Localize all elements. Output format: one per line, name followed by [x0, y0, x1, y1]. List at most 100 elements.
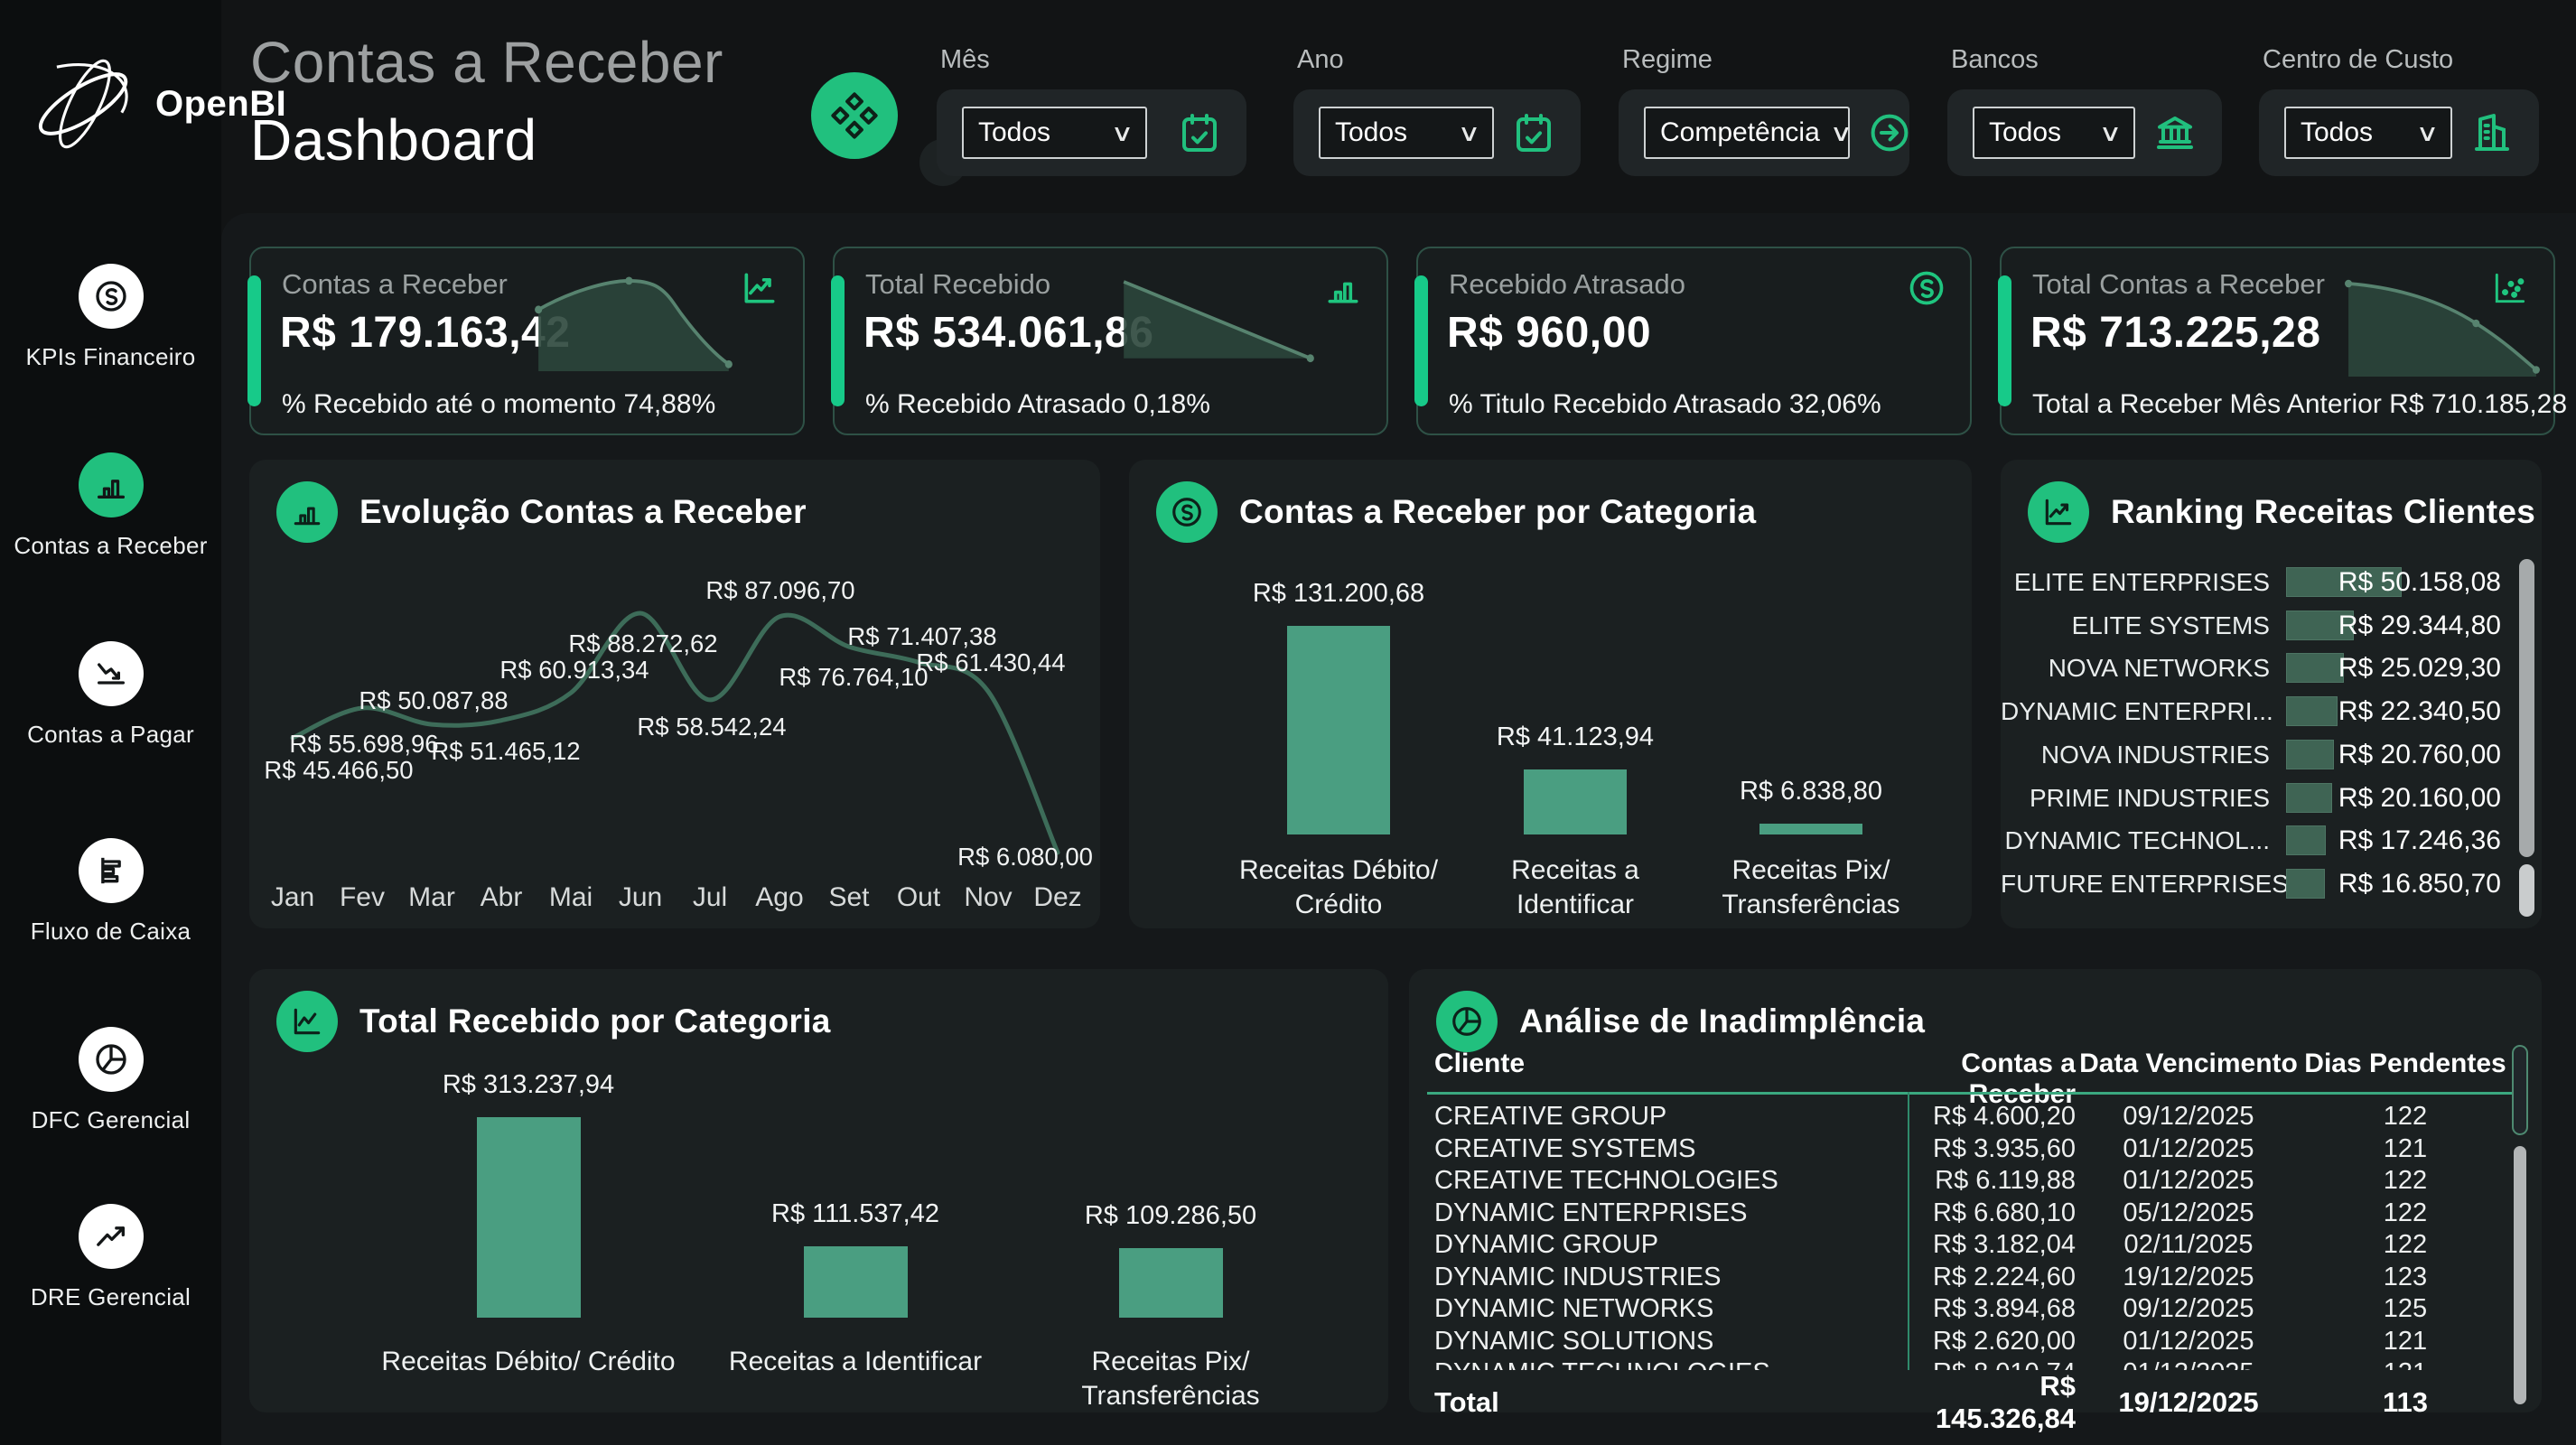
table-cell: 121 — [2301, 1134, 2509, 1164]
table-row[interactable]: DYNAMIC GROUPR$ 3.182,0402/11/2025122 — [1434, 1229, 2516, 1262]
filter-select-bancos[interactable]: Todos∨ — [1973, 107, 2135, 159]
bar-receitas-a-identificar[interactable] — [1524, 769, 1627, 834]
filter-select-mes[interactable]: Todos∨ — [962, 107, 1147, 159]
bar-receitas-a-identificar[interactable] — [804, 1246, 908, 1318]
kpi-accent-bar — [831, 275, 845, 406]
kpi-card-contas-a-receber[interactable]: Contas a ReceberR$ 179.163,42% Recebido … — [249, 247, 805, 435]
ranking-scrollbar-thumb[interactable] — [2519, 559, 2534, 857]
page-title-line1: Contas a Receber — [250, 23, 723, 101]
bar-category-label: Receitas Débito/ Crédito — [1226, 853, 1451, 922]
filter-chip-mes: Todos∨ — [937, 89, 1246, 176]
coin-icon — [1907, 268, 1946, 308]
sidebar-item-label: Contas a Pagar — [0, 721, 221, 749]
table-scrollbar-track[interactable] — [2514, 1146, 2526, 1404]
table-row[interactable]: CREATIVE SYSTEMSR$ 3.935,6001/12/2025121 — [1434, 1133, 2516, 1166]
table-row[interactable]: DYNAMIC NETWORKSR$ 3.894,6809/12/2025125 — [1434, 1293, 2516, 1326]
table-row[interactable]: DYNAMIC INDUSTRIESR$ 2.224,6019/12/20251… — [1434, 1262, 2516, 1294]
line-data-label: R$ 6.080,00 — [957, 843, 1093, 871]
kpi-card-total-contas-a-receber[interactable]: Total Contas a ReceberR$ 713.225,28Total… — [2000, 247, 2555, 435]
ranking-row-dynamic-technol[interactable]: DYNAMIC TECHNOL...R$ 17.246,36 — [2001, 820, 2542, 862]
ranking-row-dynamic-enterpri[interactable]: DYNAMIC ENTERPRI...R$ 22.340,50 — [2001, 691, 2542, 732]
table-cell: 122 — [2301, 1230, 2509, 1260]
bar-chart-icon — [1323, 268, 1363, 308]
bar-receitas-pix-transferencias[interactable] — [1759, 824, 1862, 834]
bar-receitas-debito-credito[interactable] — [477, 1117, 581, 1318]
table-cell: R$ 4.600,20 — [1913, 1102, 2076, 1132]
filter-select-centro-de-custo[interactable]: Todos∨ — [2284, 107, 2452, 159]
line-data-label: R$ 87.096,70 — [705, 576, 854, 604]
bar-value-label: R$ 313.237,94 — [393, 1070, 664, 1100]
ranking-value: R$ 29.344,80 — [2284, 605, 2501, 647]
line-data-label: R$ 50.087,88 — [359, 686, 508, 714]
panel-evolucao-header: Evolução Contas a Receber — [276, 481, 807, 543]
table-row[interactable]: CREATIVE GROUPR$ 4.600,2009/12/2025122 — [1434, 1101, 2516, 1133]
sidebar-item-fluxo-de-caixa[interactable]: Fluxo de Caixa — [0, 838, 221, 946]
sidebar-item-dfc-gerencial[interactable]: DFC Gerencial — [0, 1027, 221, 1134]
filter-label: Centro de Custo — [2263, 45, 2539, 75]
bar-value-label: R$ 41.123,94 — [1440, 722, 1711, 752]
quick-actions-button[interactable] — [811, 72, 898, 159]
x-axis-label: Set — [828, 882, 870, 912]
dashboard-root: KPIs Financeiro Contas a Receber Contas a … — [0, 0, 2576, 1445]
ranking-row-elite-systems[interactable]: ELITE SYSTEMSR$ 29.344,80 — [2001, 605, 2542, 647]
table-row[interactable]: DYNAMIC ENTERPRISESR$ 6.680,1005/12/2025… — [1434, 1198, 2516, 1230]
filter-label: Mês — [940, 45, 1246, 75]
chevron-down-icon: ∨ — [2416, 119, 2440, 147]
table-cell: 125 — [2301, 1294, 2509, 1324]
chevron-down-icon: ∨ — [1829, 119, 1853, 147]
bar-receitas-pix-transferencias[interactable] — [1119, 1248, 1223, 1319]
table-cell: R$ 3.935,60 — [1913, 1134, 2076, 1164]
sidebar: KPIs Financeiro Contas a Receber Contas a … — [0, 0, 221, 1445]
sidebar-item-dre-gerencial[interactable]: DRE Gerencial — [0, 1204, 221, 1311]
table-cell: 02/11/2025 — [2076, 1230, 2301, 1260]
sidebar-item-kpis-financeiro[interactable]: KPIs Financeiro — [0, 264, 221, 371]
table-cell: R$ 3.182,04 — [1913, 1230, 2076, 1260]
filter-select-ano[interactable]: Todos∨ — [1319, 107, 1494, 159]
filter-group-regime: Regime Competência∨ — [1619, 45, 1909, 176]
filter-label: Ano — [1297, 45, 1581, 75]
table-cell: 121 — [2301, 1327, 2509, 1356]
ranking-client-name: DYNAMIC ENTERPRI... — [2001, 691, 2270, 732]
panel-categoria-header: Contas a Receber por Categoria — [1156, 481, 1756, 543]
table-cell: R$ 6.680,10 — [1913, 1198, 2076, 1228]
line-data-label: R$ 51.465,12 — [431, 737, 580, 765]
kpi-card-recebido-atrasado[interactable]: Recebido AtrasadoR$ 960,00% Titulo Receb… — [1416, 247, 1972, 435]
filter-label: Regime — [1622, 45, 1909, 75]
kpi-card-total-recebido[interactable]: Total RecebidoR$ 534.061,86% Recebido At… — [833, 247, 1388, 435]
arrow-right-circle-icon — [1868, 111, 1911, 154]
x-axis-label: Mar — [408, 882, 455, 912]
ranking-row-nova-industries[interactable]: NOVA INDUSTRIESR$ 20.760,00 — [2001, 734, 2542, 776]
table-total-cell: 19/12/2025 — [2076, 1386, 2301, 1419]
trend-up-icon — [2028, 481, 2089, 543]
line-data-label: R$ 55.698,96 — [289, 730, 438, 758]
table-cell: R$ 3.894,68 — [1913, 1294, 2076, 1324]
coin-icon — [1156, 481, 1218, 543]
kpi-row: Contas a ReceberR$ 179.163,42% Recebido … — [249, 247, 2555, 435]
bar-category-label: Receitas Débito/ Crédito — [321, 1345, 736, 1379]
table-cell: DYNAMIC INDUSTRIES — [1434, 1263, 1913, 1292]
kpi-title: Recebido Atrasado — [1449, 268, 1685, 301]
calendar-check-icon — [1178, 111, 1221, 154]
ranking-scrollbar-segment[interactable] — [2519, 864, 2534, 917]
filter-select-regime[interactable]: Competência∨ — [1644, 107, 1850, 159]
ranking-row-nova-networks[interactable]: NOVA NETWORKSR$ 25.029,30 — [2001, 648, 2542, 689]
ranking-row-future-enterprises[interactable]: FUTURE ENTERPRISESR$ 16.850,70 — [2001, 863, 2542, 905]
ranking-client-name: PRIME INDUSTRIES — [2001, 778, 2270, 819]
bar-receitas-debito-credito[interactable] — [1287, 626, 1390, 834]
ranking-row-prime-industries[interactable]: PRIME INDUSTRIESR$ 20.160,00 — [2001, 778, 2542, 819]
table-row[interactable]: CREATIVE TECHNOLOGIESR$ 6.119,8801/12/20… — [1434, 1165, 2516, 1198]
kpi-subtitle: Total a Receber Mês Anterior R$ 710.185,… — [2032, 389, 2567, 420]
panel-categoria: Contas a Receber por Categoria R$ 131.20… — [1129, 460, 1972, 928]
table-row[interactable]: DYNAMIC SOLUTIONSR$ 2.620,0001/12/202512… — [1434, 1326, 2516, 1358]
ranking-row-elite-enterprises[interactable]: ELITE ENTERPRISESR$ 50.158,08 — [2001, 562, 2542, 603]
bar-chart-icon — [79, 452, 144, 517]
filter-value: Todos — [1989, 117, 2061, 148]
bar-category-label: Receitas Pix/ Transferências — [1058, 1345, 1283, 1413]
table-scrollbar-thumb[interactable] — [2512, 1045, 2528, 1135]
ranking-client-name: NOVA NETWORKS — [2001, 648, 2270, 689]
sidebar-item-contas-a-receber[interactable]: Contas a Receber — [0, 452, 221, 560]
bar-value-label: R$ 111.537,42 — [720, 1199, 991, 1229]
sidebar-item-contas-a-pagar[interactable]: Contas a Pagar — [0, 641, 221, 749]
panel-total-header: Total Recebido por Categoria — [276, 991, 831, 1052]
rows-icon — [79, 838, 144, 903]
